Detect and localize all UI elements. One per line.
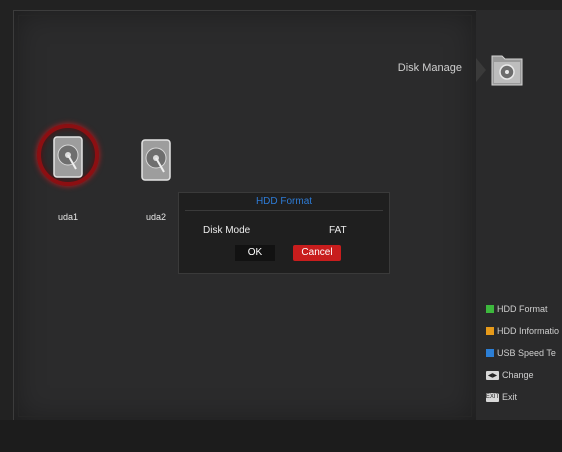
disk-mode-value[interactable]: FAT xyxy=(329,225,347,236)
function-key-legend: HDD Format HDD Informatio USB Speed Te ◀… xyxy=(486,298,559,408)
page-title: Disk Manage xyxy=(397,62,462,74)
legend-item-hdd-format[interactable]: HDD Format xyxy=(486,298,559,320)
hard-disk-icon[interactable] xyxy=(50,135,90,183)
title-arrow-icon xyxy=(476,58,486,82)
ok-button[interactable]: OK xyxy=(235,245,275,261)
hard-disk-icon[interactable] xyxy=(138,138,178,186)
green-key-icon xyxy=(486,305,494,313)
dialog-divider xyxy=(185,210,383,211)
bottom-strip xyxy=(0,420,562,452)
legend-item-change[interactable]: ◀▶ Change xyxy=(486,364,559,386)
legend-item-exit[interactable]: EXIT Exit xyxy=(486,386,559,408)
cancel-button[interactable]: Cancel xyxy=(293,245,341,261)
exit-key-icon: EXIT xyxy=(485,392,500,402)
legend-item-usb-speed-test[interactable]: USB Speed Te xyxy=(486,342,559,364)
dialog-title: HDD Format xyxy=(255,196,313,207)
blue-key-icon xyxy=(486,349,494,357)
screen: Disk Manage uda1 uda2 HDD Format Disk Mo… xyxy=(0,0,562,452)
legend-item-hdd-information[interactable]: HDD Informatio xyxy=(486,320,559,342)
hdd-format-dialog: HDD Format Disk Mode FAT OK Cancel xyxy=(178,192,390,274)
disk-label-uda1: uda1 xyxy=(57,212,79,222)
arrows-key-icon: ◀▶ xyxy=(486,370,499,380)
yellow-key-icon xyxy=(486,327,494,335)
disk-label-uda2: uda2 xyxy=(145,212,167,222)
folder-icon xyxy=(490,50,524,88)
disk-mode-label: Disk Mode xyxy=(203,225,251,236)
